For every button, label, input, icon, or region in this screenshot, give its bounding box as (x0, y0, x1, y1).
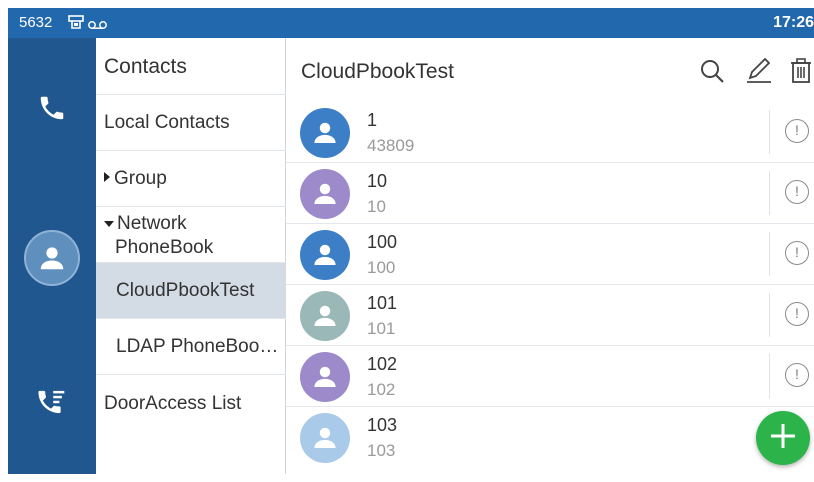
contact-row[interactable]: 103 103 (286, 407, 814, 468)
info-icon[interactable]: ! (785, 302, 809, 326)
call-history-icon (36, 387, 68, 422)
clock: 17:26 (773, 14, 814, 31)
row-divider (769, 110, 770, 154)
contact-name: 103 (367, 415, 398, 435)
contact-row[interactable]: 102 102 ! (286, 346, 814, 407)
contact-row[interactable]: 101 101 ! (286, 285, 814, 346)
category-dooraccess-list[interactable]: DoorAccess List (96, 375, 286, 431)
contact-number: 102 (367, 380, 396, 399)
contact-avatar-icon (300, 108, 350, 158)
contact-avatar-icon (24, 230, 80, 286)
category-group-label: Group (114, 168, 167, 189)
contact-list: 1 43809 ! 10 10 ! 100 100 ! 101 101 ! 10… (286, 102, 814, 482)
contact-row[interactable]: 100 100 ! (286, 224, 814, 285)
info-icon[interactable]: ! (785, 119, 809, 143)
contact-avatar-icon (300, 352, 350, 402)
phone-icon (37, 93, 67, 128)
contact-number: 103 (367, 441, 396, 460)
contact-avatar-icon (300, 413, 350, 463)
line-phone-icon (68, 15, 84, 35)
delete-icon[interactable] (790, 58, 812, 89)
contact-name: 10 (367, 171, 388, 191)
row-divider (769, 354, 770, 398)
rail-contacts-button[interactable] (8, 218, 96, 298)
row-divider (769, 293, 770, 337)
phone-screen: 5632 17:26 Contacts Local Contacts Group… (8, 8, 814, 482)
category-local-contacts[interactable]: Local Contacts (96, 95, 286, 151)
row-divider (769, 171, 770, 215)
status-bar: 5632 17:26 (8, 8, 814, 38)
info-icon[interactable]: ! (785, 363, 809, 387)
contact-avatar-icon (300, 291, 350, 341)
contact-number: 101 (367, 319, 396, 338)
network-label-line2: PhoneBook (115, 237, 214, 258)
category-panel: Contacts Local Contacts Group Network Ph… (96, 38, 286, 482)
contact-name: 101 (367, 293, 398, 313)
rail-calls-button[interactable] (8, 80, 96, 140)
row-divider (769, 232, 770, 276)
edit-icon[interactable] (745, 57, 773, 89)
contact-number: 100 (367, 258, 396, 277)
contact-number: 10 (367, 197, 386, 216)
category-ldap-phonebook[interactable]: LDAP PhoneBoo… (96, 319, 286, 375)
contact-row[interactable]: 1 43809 ! (286, 102, 814, 163)
contact-name: 100 (367, 232, 398, 252)
category-network-phonebook[interactable]: Network PhoneBook (96, 207, 286, 263)
contact-avatar-icon (300, 230, 350, 280)
contact-avatar-icon (300, 169, 350, 219)
expand-arrow-icon (104, 172, 110, 182)
contacts-heading: Contacts (96, 38, 286, 95)
category-group[interactable]: Group (96, 151, 286, 207)
contacts-main-panel: CloudPbookTest 1 43809 ! 10 10 ! 100 100… (286, 38, 814, 482)
bottom-margin (0, 474, 814, 482)
contact-number: 43809 (367, 136, 415, 155)
category-cloudpbooktest[interactable]: CloudPbookTest (96, 263, 286, 319)
contact-row[interactable]: 10 10 ! (286, 163, 814, 224)
network-label-line1: Network (117, 213, 187, 234)
voicemail-icon (88, 17, 108, 35)
collapse-arrow-icon (104, 221, 114, 227)
search-icon[interactable] (699, 58, 725, 89)
page-title: CloudPbookTest (301, 60, 454, 83)
left-rail (8, 38, 96, 482)
rail-history-button[interactable] (8, 374, 96, 434)
info-icon[interactable]: ! (785, 180, 809, 204)
contact-name: 1 (367, 110, 378, 130)
info-icon[interactable]: ! (785, 241, 809, 265)
extension-number: 5632 (19, 14, 53, 31)
main-header: CloudPbookTest (286, 38, 814, 102)
contact-name: 102 (367, 354, 398, 374)
plus-icon (768, 421, 798, 456)
add-contact-button[interactable] (756, 411, 810, 465)
